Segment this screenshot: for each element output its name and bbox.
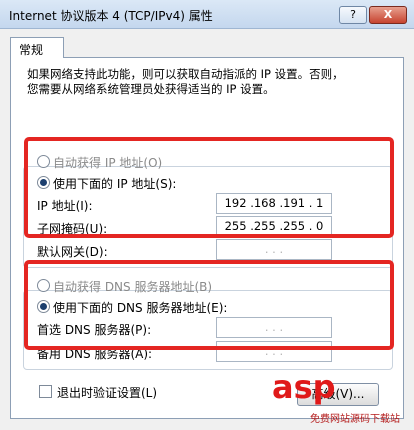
- validate-on-exit-label: 退出时验证设置(L): [57, 386, 158, 400]
- description-text: 如果网络支持此功能，则可以获取自动指派的 IP 设置。否则， 您需要从网络系统管…: [27, 67, 344, 97]
- manual-ip-label: 使用下面的 IP 地址(S):: [53, 177, 177, 191]
- alternate-dns-label: 备用 DNS 服务器(A):: [37, 347, 153, 361]
- subnet-mask-label: 子网掩码(U):: [37, 222, 108, 236]
- watermark-sub-text: 免费网站源码下载站: [310, 414, 400, 425]
- description-line-1: 如果网络支持此功能，则可以获取自动指派的 IP 设置。否则，: [27, 67, 344, 81]
- auto-ip-radio[interactable]: [37, 155, 50, 168]
- auto-ip-label: 自动获得 IP 地址(O): [53, 156, 163, 170]
- preferred-dns-label: 首选 DNS 服务器(P):: [37, 323, 152, 337]
- auto-dns-radio[interactable]: [37, 279, 50, 292]
- tab-general-label: 常规: [19, 43, 44, 57]
- watermark-logo: asp 免费网站源码下载站: [272, 368, 412, 428]
- default-gateway-input[interactable]: . . .: [216, 239, 332, 260]
- manual-ip-radio[interactable]: [37, 176, 50, 189]
- help-button[interactable]: ?: [339, 6, 367, 24]
- title-bar: Internet 协议版本 4 (TCP/IPv4) 属性 ? X: [0, 0, 414, 29]
- description-line-2: 您需要从网络系统管理员处获得适当的 IP 设置。: [27, 82, 275, 96]
- close-button[interactable]: X: [369, 6, 407, 24]
- manual-dns-radio[interactable]: [37, 300, 50, 313]
- default-gateway-label: 默认网关(D):: [37, 245, 108, 259]
- ip-address-label: IP 地址(I):: [37, 199, 93, 213]
- window-title: Internet 协议版本 4 (TCP/IPv4) 属性: [9, 9, 213, 23]
- subnet-mask-input[interactable]: 255 .255 .255 . 0: [216, 216, 332, 237]
- general-panel: 如果网络支持此功能，则可以获取自动指派的 IP 设置。否则， 您需要从网络系统管…: [10, 57, 404, 419]
- tab-general[interactable]: 常规: [10, 37, 64, 58]
- validate-on-exit-checkbox[interactable]: [39, 385, 52, 398]
- watermark-main-text: asp: [272, 368, 336, 406]
- auto-dns-label: 自动获得 DNS 服务器地址(B): [53, 280, 213, 294]
- alternate-dns-input[interactable]: . . .: [216, 341, 332, 362]
- preferred-dns-input[interactable]: . . .: [216, 317, 332, 338]
- manual-dns-label: 使用下面的 DNS 服务器地址(E):: [53, 301, 228, 315]
- ip-address-input[interactable]: 192 .168 .191 . 1: [216, 193, 332, 214]
